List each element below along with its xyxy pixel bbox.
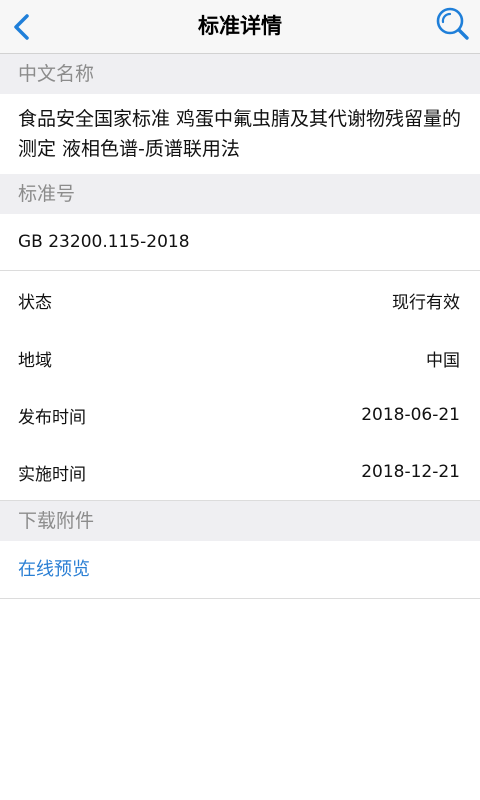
chinese-name-value: 食品安全国家标准 鸡蛋中氟虫腈及其代谢物残留量的测定 液相色谱-质谱联用法	[18, 108, 462, 160]
standard-number-value: GB 23200.115-2018	[18, 232, 190, 252]
publish-date-value: 2018-06-21	[361, 405, 460, 425]
page-title: 标准详情	[198, 14, 282, 38]
search-button[interactable]	[434, 5, 470, 41]
status-row: 状态 现行有效	[18, 271, 460, 329]
divider	[0, 598, 480, 599]
region-label: 地域	[18, 350, 52, 371]
status-label: 状态	[18, 292, 52, 313]
chinese-name-header: 中文名称	[0, 54, 480, 94]
implement-date-value: 2018-12-21	[361, 462, 460, 482]
region-value: 中国	[426, 350, 460, 371]
standard-number-header: 标准号	[0, 174, 480, 214]
status-value: 现行有效	[392, 292, 460, 313]
publish-date-label: 发布时间	[18, 407, 86, 428]
attachments-header: 下载附件	[0, 501, 480, 541]
publish-date-row: 发布时间 2018-06-21	[18, 386, 460, 444]
implement-date-label: 实施时间	[18, 464, 86, 485]
online-preview-link[interactable]: 在线预览	[18, 555, 90, 585]
search-icon	[436, 7, 469, 40]
implement-date-row: 实施时间 2018-12-21	[18, 443, 460, 501]
navigation-bar: 标准详情	[0, 0, 480, 54]
region-row: 地域 中国	[18, 329, 460, 387]
